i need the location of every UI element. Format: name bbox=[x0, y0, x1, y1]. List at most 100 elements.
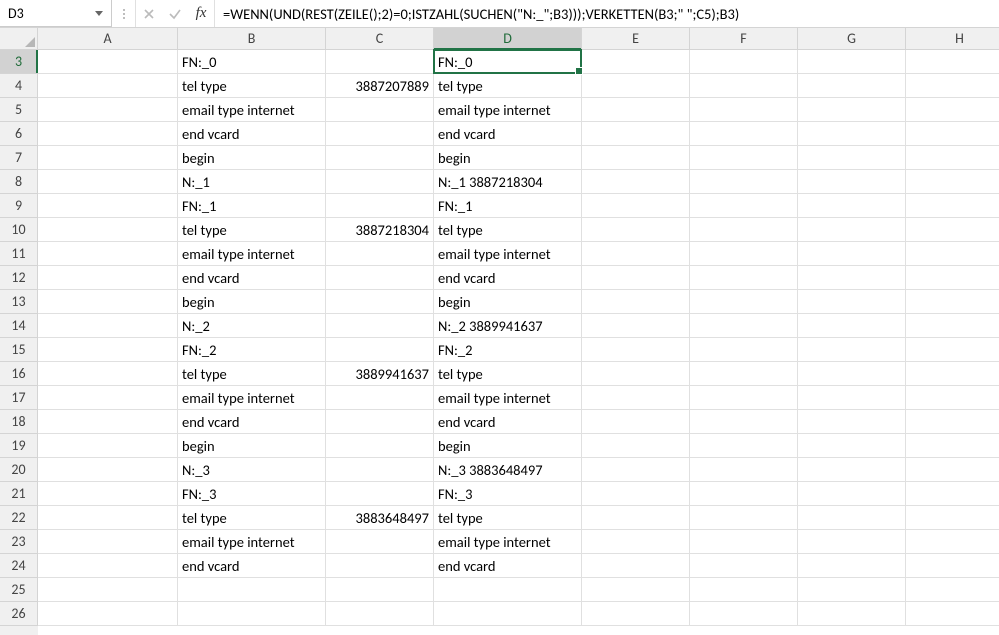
cell-E18[interactable] bbox=[582, 410, 690, 434]
cell-C22[interactable]: 3883648497 bbox=[326, 506, 434, 530]
cell-A23[interactable] bbox=[38, 530, 178, 554]
cell-F23[interactable] bbox=[690, 530, 798, 554]
cell-D11[interactable]: email type internet bbox=[434, 242, 582, 266]
cell-B8[interactable]: N:_1 bbox=[178, 170, 326, 194]
cell-A3[interactable] bbox=[38, 50, 178, 74]
cell-E5[interactable] bbox=[582, 98, 690, 122]
cell-D5[interactable]: email type internet bbox=[434, 98, 582, 122]
cell-H22[interactable] bbox=[906, 506, 999, 530]
cell-F15[interactable] bbox=[690, 338, 798, 362]
cell-A21[interactable] bbox=[38, 482, 178, 506]
cell-H15[interactable] bbox=[906, 338, 999, 362]
cell-E7[interactable] bbox=[582, 146, 690, 170]
cell-A5[interactable] bbox=[38, 98, 178, 122]
cell-D15[interactable]: FN:_2 bbox=[434, 338, 582, 362]
chevron-down-icon[interactable] bbox=[91, 5, 107, 21]
cell-A4[interactable] bbox=[38, 74, 178, 98]
cell-B24[interactable]: end vcard bbox=[178, 554, 326, 578]
cell-B23[interactable]: email type internet bbox=[178, 530, 326, 554]
cell-B18[interactable]: end vcard bbox=[178, 410, 326, 434]
cell-G12[interactable] bbox=[798, 266, 906, 290]
cell-F8[interactable] bbox=[690, 170, 798, 194]
row-header-21[interactable]: 21 bbox=[0, 482, 38, 506]
cell-A25[interactable] bbox=[38, 578, 178, 602]
cell-F19[interactable] bbox=[690, 434, 798, 458]
cell-C25[interactable] bbox=[326, 578, 434, 602]
cell-B21[interactable]: FN:_3 bbox=[178, 482, 326, 506]
cell-D14[interactable]: N:_2 3889941637 bbox=[434, 314, 582, 338]
cell-F6[interactable] bbox=[690, 122, 798, 146]
cell-H24[interactable] bbox=[906, 554, 999, 578]
row-header-16[interactable]: 16 bbox=[0, 362, 38, 386]
cell-H25[interactable] bbox=[906, 578, 999, 602]
cell-F21[interactable] bbox=[690, 482, 798, 506]
select-all-button[interactable] bbox=[0, 28, 38, 49]
cell-A6[interactable] bbox=[38, 122, 178, 146]
cell-B12[interactable]: end vcard bbox=[178, 266, 326, 290]
row-header-23[interactable]: 23 bbox=[0, 530, 38, 554]
row-header-14[interactable]: 14 bbox=[0, 314, 38, 338]
cell-E10[interactable] bbox=[582, 218, 690, 242]
cell-C18[interactable] bbox=[326, 410, 434, 434]
insert-function-button[interactable]: fx bbox=[188, 0, 214, 27]
cell-G3[interactable] bbox=[798, 50, 906, 74]
cell-E17[interactable] bbox=[582, 386, 690, 410]
column-header-H[interactable]: H bbox=[906, 28, 999, 49]
cell-F12[interactable] bbox=[690, 266, 798, 290]
cell-B25[interactable] bbox=[178, 578, 326, 602]
cell-D10[interactable]: tel type bbox=[434, 218, 582, 242]
cell-D13[interactable]: begin bbox=[434, 290, 582, 314]
cell-C4[interactable]: 3887207889 bbox=[326, 74, 434, 98]
cell-F24[interactable] bbox=[690, 554, 798, 578]
cell-C8[interactable] bbox=[326, 170, 434, 194]
cell-C6[interactable] bbox=[326, 122, 434, 146]
row-header-11[interactable]: 11 bbox=[0, 242, 38, 266]
cell-G21[interactable] bbox=[798, 482, 906, 506]
cell-A12[interactable] bbox=[38, 266, 178, 290]
cell-H6[interactable] bbox=[906, 122, 999, 146]
cell-B14[interactable]: N:_2 bbox=[178, 314, 326, 338]
cell-D23[interactable]: email type internet bbox=[434, 530, 582, 554]
cell-G24[interactable] bbox=[798, 554, 906, 578]
cell-B3[interactable]: FN:_0 bbox=[178, 50, 326, 74]
cell-D17[interactable]: email type internet bbox=[434, 386, 582, 410]
cell-B7[interactable]: begin bbox=[178, 146, 326, 170]
cell-E8[interactable] bbox=[582, 170, 690, 194]
cell-C10[interactable]: 3887218304 bbox=[326, 218, 434, 242]
cell-E26[interactable] bbox=[582, 602, 690, 626]
cell-B22[interactable]: tel type bbox=[178, 506, 326, 530]
cell-F25[interactable] bbox=[690, 578, 798, 602]
cell-C5[interactable] bbox=[326, 98, 434, 122]
cell-G11[interactable] bbox=[798, 242, 906, 266]
cell-B20[interactable]: N:_3 bbox=[178, 458, 326, 482]
cell-E23[interactable] bbox=[582, 530, 690, 554]
cell-F9[interactable] bbox=[690, 194, 798, 218]
cell-E15[interactable] bbox=[582, 338, 690, 362]
cell-B15[interactable]: FN:_2 bbox=[178, 338, 326, 362]
cell-F5[interactable] bbox=[690, 98, 798, 122]
cell-C23[interactable] bbox=[326, 530, 434, 554]
cell-F3[interactable] bbox=[690, 50, 798, 74]
cell-F20[interactable] bbox=[690, 458, 798, 482]
cell-A26[interactable] bbox=[38, 602, 178, 626]
cell-D16[interactable]: tel type bbox=[434, 362, 582, 386]
row-header-7[interactable]: 7 bbox=[0, 146, 38, 170]
cell-A7[interactable] bbox=[38, 146, 178, 170]
cell-E3[interactable] bbox=[582, 50, 690, 74]
row-header-10[interactable]: 10 bbox=[0, 218, 38, 242]
cell-B16[interactable]: tel type bbox=[178, 362, 326, 386]
cell-D25[interactable] bbox=[434, 578, 582, 602]
cell-F26[interactable] bbox=[690, 602, 798, 626]
cell-C21[interactable] bbox=[326, 482, 434, 506]
cell-G25[interactable] bbox=[798, 578, 906, 602]
cell-G15[interactable] bbox=[798, 338, 906, 362]
row-header-25[interactable]: 25 bbox=[0, 578, 38, 602]
cell-H26[interactable] bbox=[906, 602, 999, 626]
cell-D3[interactable]: FN:_0 bbox=[434, 50, 582, 74]
row-header-3[interactable]: 3 bbox=[0, 50, 38, 74]
cell-E4[interactable] bbox=[582, 74, 690, 98]
cell-A14[interactable] bbox=[38, 314, 178, 338]
cell-G16[interactable] bbox=[798, 362, 906, 386]
cell-C3[interactable] bbox=[326, 50, 434, 74]
cell-D26[interactable] bbox=[434, 602, 582, 626]
